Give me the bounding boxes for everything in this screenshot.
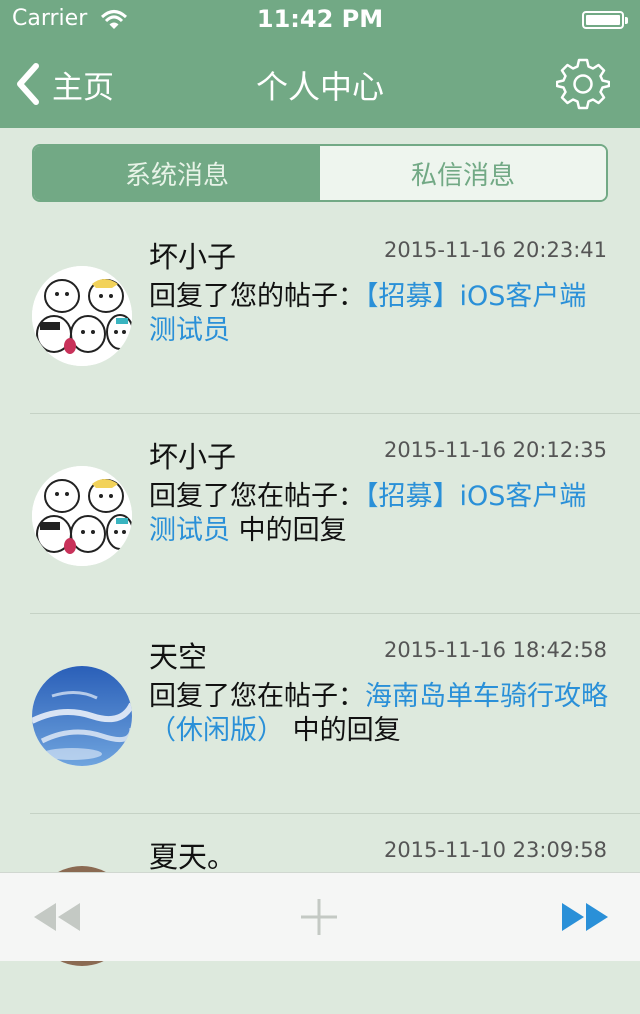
sender-name: 天空 xyxy=(149,640,208,674)
message-prefix: 回复了您在帖子： xyxy=(149,681,365,712)
cartoon-bears-avatar-icon xyxy=(32,466,132,566)
cartoon-bears-avatar-icon xyxy=(32,266,132,366)
message-type-tabs: 系统消息 私信消息 xyxy=(32,144,608,202)
avatar[interactable] xyxy=(32,266,132,366)
list-item[interactable]: 坏小子 2015-11-16 20:12:35 回复了您在帖子：【招募】iOS客… xyxy=(0,414,640,614)
status-time: 11:42 PM xyxy=(256,5,384,33)
sender-name: 坏小子 xyxy=(149,240,237,274)
rewind-icon xyxy=(34,903,80,931)
tab-label: 私信消息 xyxy=(410,160,515,191)
message-text: 回复了您的帖子：【招募】iOS客户端测试员 xyxy=(149,280,609,348)
message-text: 回复了您在帖子：海南岛单车骑行攻略（休闲版） 中的回复 xyxy=(149,680,609,748)
add-button[interactable] xyxy=(292,895,346,939)
tab-system-messages[interactable]: 系统消息 xyxy=(34,146,320,200)
fast-forward-button[interactable] xyxy=(558,895,612,939)
message-suffix: 中的回复 xyxy=(230,515,347,546)
status-bar: Carrier 11:42 PM xyxy=(0,0,640,40)
battery-icon xyxy=(582,11,628,29)
message-text: 回复了您在帖子：【招募】iOS客户端测试员 中的回复 xyxy=(149,480,609,548)
message-suffix: 中的回复 xyxy=(284,715,401,746)
sender-name: 夏天。 xyxy=(149,840,237,874)
avatar[interactable] xyxy=(32,466,132,566)
bottom-toolbar xyxy=(0,872,640,961)
gear-icon[interactable] xyxy=(556,56,610,110)
message-prefix: 回复了您在帖子： xyxy=(149,481,365,512)
avatar[interactable] xyxy=(32,666,132,766)
message-time: 2015-11-16 20:12:35 xyxy=(383,438,607,462)
sky-clouds-avatar-icon xyxy=(32,666,132,766)
message-time: 2015-11-10 23:09:58 xyxy=(383,838,607,862)
tab-private-messages[interactable]: 私信消息 xyxy=(320,146,606,200)
fast-forward-icon xyxy=(562,903,608,931)
list-item[interactable]: 天空 2015-11-16 18:42:58 回复了您在帖子：海南岛单车骑行攻略… xyxy=(0,614,640,814)
message-time: 2015-11-16 18:42:58 xyxy=(383,638,607,662)
list-item[interactable]: 坏小子 2015-11-16 20:23:41 回复了您的帖子：【招募】iOS客… xyxy=(0,214,640,414)
sender-name: 坏小子 xyxy=(149,440,237,474)
plus-icon xyxy=(301,899,337,935)
tab-label: 系统消息 xyxy=(124,160,229,191)
message-prefix: 回复了您的帖子： xyxy=(149,281,365,312)
rewind-button[interactable] xyxy=(30,895,84,939)
message-time: 2015-11-16 20:23:41 xyxy=(383,238,607,262)
navigation-bar: 主页 个人中心 xyxy=(0,40,640,128)
page-title: 个人中心 xyxy=(255,68,384,106)
